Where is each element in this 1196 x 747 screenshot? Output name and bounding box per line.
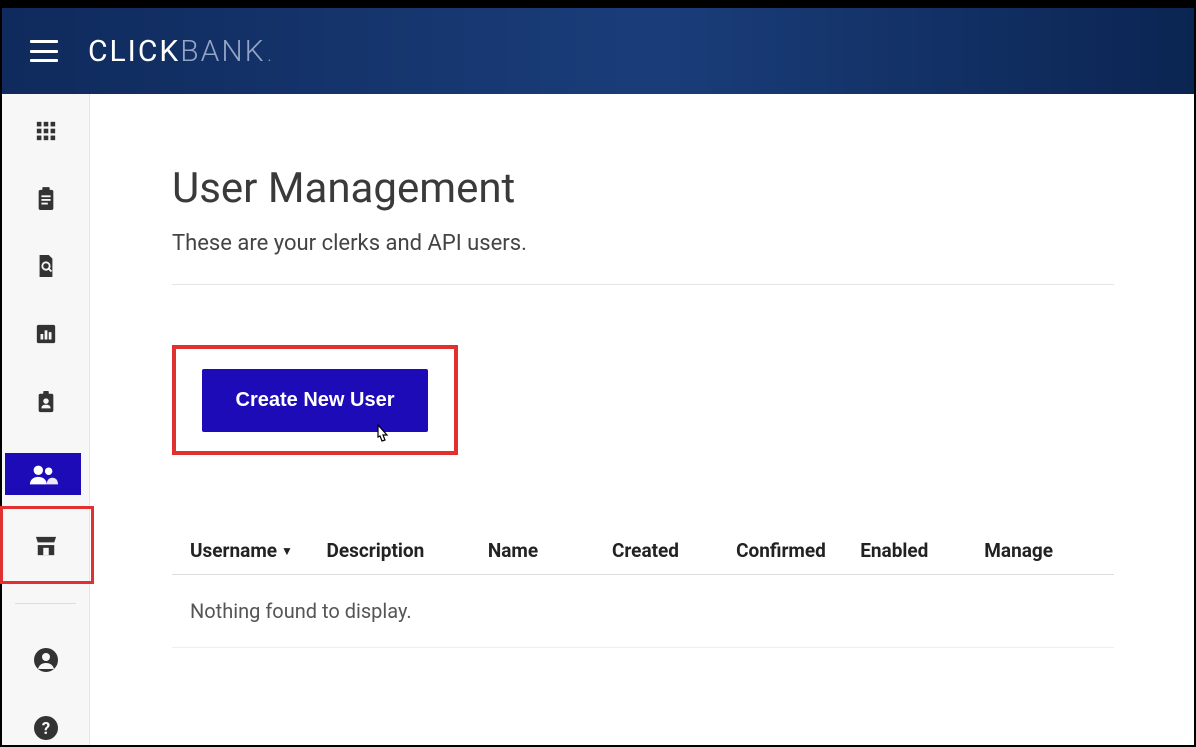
- sidebar-item-badge[interactable]: [2, 385, 89, 419]
- svg-text:?: ?: [41, 719, 49, 739]
- sidebar-nav: ?: [2, 94, 90, 745]
- account-icon: [33, 647, 59, 673]
- main-content: User Management These are your clerks an…: [90, 94, 1194, 745]
- app-header: CLICKBANK.: [2, 8, 1194, 94]
- badge-icon: [35, 390, 57, 414]
- column-description[interactable]: Description: [327, 539, 488, 562]
- column-username[interactable]: Username ▼: [190, 539, 327, 562]
- column-name[interactable]: Name: [488, 539, 612, 562]
- page-subtitle: These are your clerks and API users.: [172, 231, 1114, 256]
- page-title: User Management: [172, 164, 1114, 213]
- sidebar-item-account[interactable]: [2, 644, 89, 678]
- sidebar-item-help[interactable]: ?: [2, 711, 89, 745]
- users-icon: [28, 463, 58, 485]
- logo-suffix: BANK: [180, 34, 265, 69]
- brand-logo: CLICKBANK.: [88, 34, 273, 69]
- sidebar-item-clipboard[interactable]: [2, 182, 89, 216]
- sidebar-item-storefront[interactable]: [2, 529, 89, 563]
- column-enabled[interactable]: Enabled: [860, 539, 984, 562]
- sidebar-item-chart[interactable]: [2, 317, 89, 351]
- clipboard-icon: [35, 186, 57, 212]
- column-manage[interactable]: Manage: [984, 539, 1096, 562]
- menu-toggle-button[interactable]: [30, 40, 58, 62]
- column-username-label: Username: [190, 539, 277, 562]
- storefront-icon: [34, 535, 58, 557]
- users-table: Username ▼ Description Name Created Conf…: [172, 527, 1114, 648]
- column-created[interactable]: Created: [612, 539, 736, 562]
- sidebar-divider: [15, 603, 76, 604]
- create-button-highlight: Create New User: [172, 345, 458, 455]
- create-new-user-button[interactable]: Create New User: [202, 369, 429, 432]
- chart-icon: [35, 323, 57, 345]
- help-icon: ?: [33, 715, 59, 741]
- sort-desc-icon: ▼: [281, 544, 293, 558]
- table-header-row: Username ▼ Description Name Created Conf…: [172, 527, 1114, 575]
- logo-prefix: CLICK: [88, 34, 180, 69]
- title-divider: [172, 284, 1114, 285]
- sidebar-item-search-doc[interactable]: [2, 250, 89, 284]
- apps-icon: [35, 120, 57, 142]
- sidebar-item-users[interactable]: [5, 453, 81, 495]
- column-confirmed[interactable]: Confirmed: [736, 539, 860, 562]
- search-doc-icon: [35, 253, 57, 279]
- sidebar-item-apps[interactable]: [2, 114, 89, 148]
- table-empty-message: Nothing found to display.: [172, 575, 1114, 648]
